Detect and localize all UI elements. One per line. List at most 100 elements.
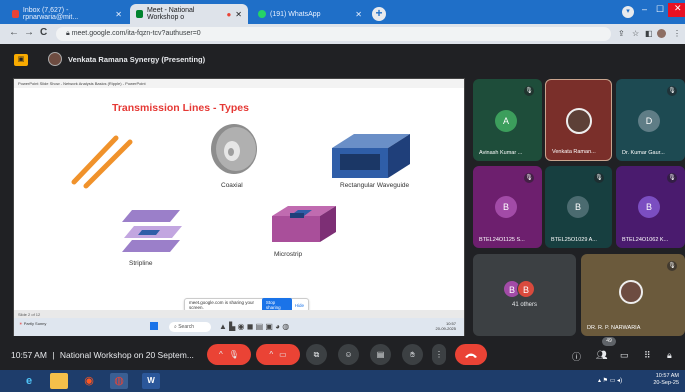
profile-avatar[interactable] <box>657 29 666 38</box>
emoji-icon: ☺ <box>344 350 353 359</box>
address-bar-row: ← → C 🔒︎ meet.google.com/ita-fqzn-tcv?au… <box>0 24 685 44</box>
meeting-info: 10:57 AM | National Workshop on 20 Septe… <box>11 350 194 360</box>
minimize-button[interactable]: – <box>642 4 647 14</box>
tab-whatsapp[interactable]: (191) WhatsApp ✕ <box>252 4 368 24</box>
meet-controls-bar: 10:57 AM | National Workshop on 20 Septe… <box>0 340 685 370</box>
avatar: B <box>495 196 517 218</box>
participant-tile[interactable]: 🎙︎ B BTEL24O1125 S... <box>473 166 542 248</box>
waveguide-image <box>332 134 410 178</box>
back-button[interactable]: ← <box>9 27 19 38</box>
raise-hand-button[interactable]: ✋︎ <box>402 344 423 365</box>
chrome-icon[interactable]: ◍ <box>110 373 128 389</box>
url-input[interactable]: 🔒︎ meet.google.com/ita-fqzn-tcv?authuser… <box>56 27 611 41</box>
participant-tile[interactable]: 🎙︎ DR. R. P. NARWARIA <box>581 254 685 336</box>
avatar <box>619 280 643 304</box>
meet-header: ▣ Venkata Ramana Synergy (Presenting) <box>0 44 685 76</box>
internet-explorer-icon[interactable]: e <box>20 373 38 389</box>
url-text: meet.google.com/ita-fqzn-tcv?authuser=0 <box>71 30 201 37</box>
camera-toggle-button[interactable]: ^ ▭ <box>256 344 300 365</box>
slide-title: Transmission Lines - Types <box>112 102 249 114</box>
tab-search-icon[interactable]: ▾ <box>622 6 634 18</box>
shared-search-box: ⌕ Search <box>169 322 211 332</box>
gmail-icon <box>12 10 19 18</box>
others-count: 41 others <box>511 302 538 308</box>
word-icon[interactable]: W <box>142 373 160 389</box>
coaxial-label: Coaxial <box>221 182 243 189</box>
participant-count-badge: 49 <box>602 337 616 346</box>
more-options-button[interactable]: ⋮ <box>432 344 446 365</box>
people-icon[interactable]: 👥︎ <box>596 350 607 361</box>
coaxial-image <box>211 124 257 174</box>
stripline-image <box>122 210 182 252</box>
separator: | <box>52 350 55 360</box>
bookmark-star-icon[interactable]: ☆ <box>632 29 639 38</box>
meeting-title: National Workshop on 20 Septem... <box>59 350 194 360</box>
emoji-button[interactable]: ☺ <box>338 344 359 365</box>
menu-kebab-icon[interactable]: ⋮ <box>673 29 681 38</box>
participant-name: Dr. Kumar Gaur... <box>622 150 665 156</box>
os-clock[interactable]: 10:57 AM 20-Sep-25 <box>653 373 679 387</box>
chat-icon[interactable]: ▭ <box>620 350 629 361</box>
system-tray-icons: ▴ ⚑ ▭ ◂) <box>598 378 623 384</box>
two-wire-line-image <box>71 135 133 189</box>
hide-notice-link[interactable]: Hide <box>295 303 304 308</box>
search-icon: ⌕ <box>174 324 177 330</box>
share-icon[interactable]: ⇪ <box>618 29 625 38</box>
meeting-time: 10:57 AM <box>11 350 47 360</box>
start-icon <box>150 322 158 330</box>
weather-icon: ☀ <box>19 321 23 326</box>
tab-inbox[interactable]: Inbox (7,627) - rpnarwaria@mit... ✕ <box>6 4 128 24</box>
slide: Transmission Lines - Types Coaxial Recta… <box>46 88 436 310</box>
participant-tile[interactable]: 🎙︎ A Avinash Kumar ... <box>473 79 542 161</box>
stripline-label: Stripline <box>129 260 153 267</box>
new-tab-button[interactable]: + <box>372 7 386 21</box>
captions-button[interactable]: ⧉ <box>306 344 327 365</box>
close-tab-icon[interactable]: ✕ <box>115 10 122 19</box>
participant-name: Avinash Kumar ... <box>479 150 523 156</box>
shared-windows-taskbar: ☀ Partly Sunny ⌕ Search ▲ ▙ ◉ ◼ ▤ ▣ ◕ ◍ … <box>14 318 464 336</box>
avatar: D <box>638 110 660 132</box>
participant-name: DR. R. P. NARWARIA <box>587 325 641 331</box>
sidepanel-icon[interactable]: ◧ <box>645 29 653 38</box>
ppt-statusbar: Slide 2 of 12 <box>14 310 464 318</box>
leave-call-button[interactable] <box>455 344 487 365</box>
screen-root: Inbox (7,627) - rpnarwaria@mit... ✕ Meet… <box>0 0 685 392</box>
close-window-button[interactable]: ✕ <box>668 3 685 17</box>
maximize-button[interactable]: ☐ <box>656 4 664 15</box>
meet-icon <box>136 10 143 18</box>
recording-dot-icon: ● <box>226 9 232 19</box>
avatar: A <box>495 110 517 132</box>
present-screen-icon: ▤ <box>376 350 385 359</box>
close-tab-icon[interactable]: ✕ <box>355 10 362 19</box>
forward-button[interactable]: → <box>24 27 34 38</box>
others-tile[interactable]: B B 41 others <box>473 254 576 336</box>
participant-tile[interactable]: 🎙︎ D Dr. Kumar Gaur... <box>616 79 685 161</box>
os-time: 10:57 AM <box>655 373 679 379</box>
kebab-icon: ⋮ <box>435 350 443 359</box>
microstrip-label: Microstrip <box>274 251 303 258</box>
file-explorer-icon[interactable] <box>50 373 68 389</box>
reload-button[interactable]: C <box>40 27 47 38</box>
present-button[interactable]: ▤ <box>370 344 391 365</box>
lock-icon: 🔒︎ <box>66 30 70 37</box>
media-player-icon[interactable]: ◉ <box>80 373 98 389</box>
host-controls-icon[interactable]: 🔒︎ <box>667 350 672 361</box>
tab-meet[interactable]: Meet - National Workshop o ● ✕ <box>130 4 248 24</box>
participant-tile[interactable]: 🎙︎ B BTEL24O1062 K... <box>616 166 685 248</box>
participant-tile[interactable]: 🎙︎ B BTEL25O1029 A... <box>545 166 612 248</box>
camera-off-icon: ▭ <box>279 350 287 359</box>
presenter-avatar <box>48 52 62 66</box>
info-icon[interactable]: ⓘ <box>572 350 581 363</box>
participant-name: BTEL24O1125 S... <box>479 237 525 243</box>
os-taskbar: e ◉ ◍ W ▴ ⚑ ▭ ◂) 10:57 AM 20-Sep-25 <box>0 370 685 392</box>
participant-name: BTEL25O1029 A... <box>551 237 597 243</box>
activities-icon[interactable]: ⠿ <box>644 350 651 361</box>
mic-toggle-button[interactable]: ^ 🎙︎ <box>207 344 251 365</box>
shared-taskbar-clock: 10:57 20-09-2025 <box>436 321 456 331</box>
mic-off-icon: 🎙︎ <box>524 173 534 183</box>
close-tab-icon[interactable]: ✕ <box>235 10 242 19</box>
participant-tile[interactable]: Venkata Raman... <box>545 79 612 161</box>
share-note-text: meet.google.com is sharing your screen. <box>189 300 255 310</box>
avatar <box>566 108 592 134</box>
taskbar-apps-icons: ▲ ▙ ◉ ◼ ▤ ▣ ◕ ◍ <box>219 322 290 331</box>
